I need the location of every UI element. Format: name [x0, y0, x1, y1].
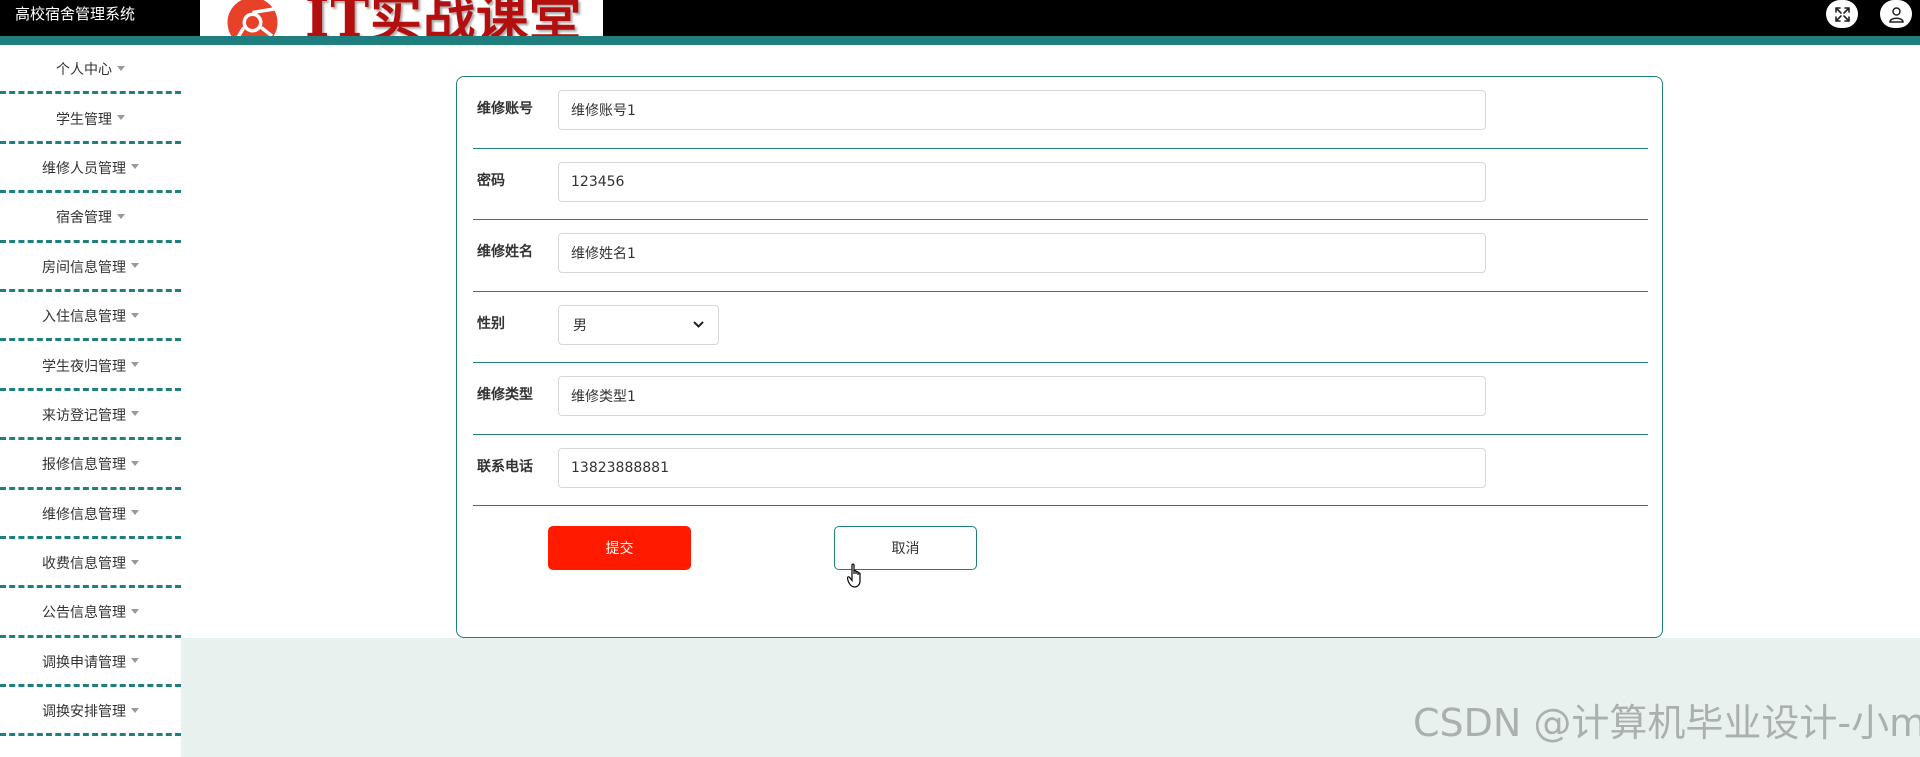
gender-select[interactable]: 男: [558, 304, 719, 345]
sidebar-item-repair-request[interactable]: 报修信息管理: [0, 440, 181, 490]
sidebar-item-label: 入住信息管理: [42, 309, 126, 326]
app-title: 高校宿舍管理系统: [15, 5, 136, 23]
caret-down-icon: [131, 362, 139, 368]
sidebar: 个人中心 学生管理 维修人员管理 宿舍管理 房间信息管理 入住信息管理 学生夜归…: [0, 45, 181, 757]
sidebar-item-label: 收费信息管理: [42, 556, 126, 573]
sidebar-item-repair-info[interactable]: 维修信息管理: [0, 490, 181, 539]
fullscreen-button[interactable]: [1826, 0, 1858, 28]
sidebar-item-dormitory[interactable]: 宿舍管理: [0, 193, 181, 243]
repair-type-label: 维修类型: [477, 387, 533, 403]
form-row-password: 密码: [473, 149, 1648, 220]
user-icon: [1888, 6, 1904, 23]
top-bar: 高校宿舍管理系统 IT实战课堂: [0, 0, 1920, 45]
password-label: 密码: [477, 172, 505, 189]
header-accent-strip: [0, 36, 1920, 45]
sidebar-item-announcements[interactable]: 公告信息管理: [0, 588, 181, 638]
sidebar-item-swap-request[interactable]: 调换申请管理: [0, 638, 181, 688]
repair-staff-form: 维修账号 密码 维修姓名 性别 男 维修类型 联系电话 提交 取消: [456, 76, 1663, 638]
sidebar-item-personal-center[interactable]: 个人中心: [0, 45, 181, 95]
sidebar-item-label: 房间信息管理: [42, 259, 126, 276]
repair-type-input[interactable]: [558, 376, 1486, 416]
account-input[interactable]: [558, 90, 1486, 130]
form-row-repair-type: 维修类型: [473, 363, 1648, 435]
caret-down-icon: [117, 65, 125, 71]
sidebar-item-repair-staff[interactable]: 维修人员管理: [0, 144, 181, 194]
caret-down-icon: [117, 115, 125, 121]
phone-input[interactable]: [558, 447, 1486, 488]
expand-icon: [1834, 6, 1850, 22]
submit-button[interactable]: 提交: [548, 526, 691, 570]
caret-down-icon: [131, 460, 139, 466]
name-label: 维修姓名: [477, 244, 533, 260]
sidebar-item-visitor-registration[interactable]: 来访登记管理: [0, 391, 181, 441]
caret-down-icon: [131, 263, 139, 269]
caret-down-icon: [131, 559, 139, 565]
sidebar-item-fee-info[interactable]: 收费信息管理: [0, 539, 181, 589]
caret-down-icon: [131, 608, 139, 614]
sidebar-item-label: 来访登记管理: [42, 407, 126, 424]
form-row-account: 维修账号: [473, 77, 1648, 149]
gender-selected-value: 男: [573, 317, 587, 334]
caret-down-icon: [131, 164, 139, 170]
sidebar-item-label: 个人中心: [56, 62, 112, 79]
caret-down-icon: [117, 213, 125, 219]
name-input[interactable]: [558, 233, 1486, 273]
form-row-gender: 性别 男: [473, 292, 1648, 363]
user-menu-button[interactable]: [1880, 0, 1912, 28]
sidebar-item-label: 维修信息管理: [42, 506, 126, 523]
sidebar-item-check-in[interactable]: 入住信息管理: [0, 292, 181, 342]
sidebar-item-label: 宿舍管理: [56, 210, 112, 227]
caret-down-icon: [131, 411, 139, 417]
caret-down-icon: [131, 658, 139, 664]
sidebar-item-room-info[interactable]: 房间信息管理: [0, 243, 181, 292]
sidebar-item-label: 调换申请管理: [42, 654, 126, 671]
sidebar-item-students[interactable]: 学生管理: [0, 94, 181, 144]
sidebar-item-label: 报修信息管理: [42, 457, 126, 474]
form-row-name: 维修姓名: [473, 220, 1648, 292]
form-row-phone: 联系电话: [473, 435, 1648, 506]
phone-label: 联系电话: [477, 458, 533, 475]
sidebar-item-swap-arrangement[interactable]: 调换安排管理: [0, 687, 181, 737]
caret-down-icon: [131, 707, 139, 713]
password-input[interactable]: [558, 161, 1486, 202]
sidebar-item-label: 调换安排管理: [42, 704, 126, 721]
caret-down-icon: [131, 510, 139, 516]
caret-down-icon: [131, 312, 139, 318]
sidebar-item-label: 学生夜归管理: [42, 358, 126, 375]
hand-pointer-cursor-icon: [847, 563, 861, 588]
watermark-text: CSDN @计算机毕业设计-小ma: [1413, 701, 1920, 745]
sidebar-item-label: 学生管理: [56, 111, 112, 128]
sidebar-item-late-return[interactable]: 学生夜归管理: [0, 341, 181, 391]
gender-label: 性别: [477, 315, 505, 332]
chevron-down-icon: [693, 321, 704, 328]
sidebar-item-label: 公告信息管理: [42, 605, 126, 622]
account-label: 维修账号: [477, 101, 533, 117]
sidebar-item-label: 维修人员管理: [42, 160, 126, 177]
